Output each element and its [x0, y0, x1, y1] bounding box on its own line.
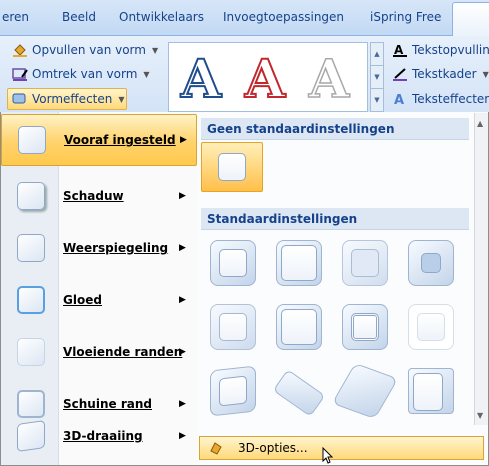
pen-outline-icon: [12, 68, 28, 81]
tab-ispring-free[interactable]: iSpring Free: [370, 10, 441, 24]
glow-thumb-icon: [17, 286, 45, 314]
3d-options-button[interactable]: 3D-opties...: [199, 436, 484, 460]
preset-thumb-icon: [18, 126, 46, 154]
preset-thumb: [219, 375, 247, 407]
text-effects-button[interactable]: A Teksteffecten: [392, 89, 489, 109]
shape-effects-button[interactable]: Vormeffecten ▼: [12, 89, 125, 109]
submenu-arrow-icon: ▶: [179, 431, 186, 441]
menu-item-label: Schaduw: [63, 189, 124, 203]
preset-thumb: [351, 313, 379, 341]
submenu-arrow-icon: ▶: [179, 191, 186, 201]
menu-item-label: Vloeiende randen: [63, 345, 183, 359]
wordart-style-blue[interactable]: A: [173, 52, 229, 108]
text-outline-icon: [393, 68, 407, 81]
preset-thumb: [421, 253, 441, 273]
shape-effects-icon: [12, 93, 26, 104]
scroll-up-icon[interactable]: ▲: [477, 119, 483, 128]
scroll-down-icon[interactable]: ▼: [477, 411, 483, 420]
dropdown-arrow-icon: ▼: [151, 45, 159, 55]
menu-item-soft-edges[interactable]: Vloeiende randen ▶: [1, 326, 197, 378]
gallery-panel-scrollbar[interactable]: ▲ ▼: [474, 113, 488, 425]
reflection-thumb-icon: [17, 234, 45, 262]
tab-invoegtoepassingen[interactable]: Invoegtoepassingen: [223, 10, 344, 24]
preset-thumb: [219, 249, 247, 277]
shape-fill-label: Opvullen van vorm: [32, 43, 146, 57]
text-outline-button[interactable]: Tekstkader ▼: [392, 64, 489, 84]
menu-item-label: Gloed: [63, 293, 102, 307]
shape-outline-button[interactable]: Omtrek van vorm ▼: [12, 64, 150, 84]
svg-text:A: A: [394, 43, 404, 57]
preset-thumb: [281, 245, 317, 281]
ribbon-tab-bar: eren Beeld Ontwikkelaars Invoegtoepassin…: [0, 0, 489, 37]
menu-item-label: Weerspiegeling: [63, 241, 169, 255]
section-header-presets: Standaardinstellingen: [201, 208, 469, 230]
preset-thumb: [281, 309, 317, 345]
tab-eren[interactable]: eren: [2, 10, 29, 24]
preset-12[interactable]: [408, 368, 454, 414]
menu-item-label: Schuine rand: [63, 397, 152, 411]
menu-item-label: 3D-draaiing: [63, 429, 143, 443]
text-fill-icon: A: [393, 43, 407, 57]
dropdown-arrow-icon: ▼: [143, 69, 150, 79]
text-fill-button[interactable]: A Tekstopvulling: [392, 40, 489, 60]
menu-item-3d-rotation[interactable]: 3D-draaiing ▶: [1, 410, 197, 462]
submenu-arrow-icon: ▶: [179, 399, 186, 409]
text-effects-icon: A: [394, 93, 404, 106]
preset-6[interactable]: [276, 304, 322, 350]
tab-ontwikkelaars[interactable]: Ontwikkelaars: [119, 10, 204, 24]
3d-options-icon: [210, 442, 222, 455]
wordart-style-red[interactable]: A: [237, 52, 293, 108]
3d-rotation-thumb-icon: [17, 420, 45, 452]
scroll-up-icon[interactable]: ▲: [371, 43, 383, 66]
text-effects-label: Teksteffecten: [412, 92, 489, 106]
tab-active[interactable]: [452, 2, 489, 37]
3d-options-label: 3D-opties...: [238, 441, 308, 455]
shape-fill-button[interactable]: Opvullen van vorm ▼: [12, 40, 158, 60]
text-fill-label: Tekstopvulling: [412, 43, 489, 57]
dropdown-arrow-icon: ▼: [482, 69, 489, 79]
paint-bucket-icon: [13, 44, 27, 57]
preset-9[interactable]: [210, 365, 256, 417]
dropdown-arrow-icon: ▼: [118, 94, 125, 104]
shape-outline-label: Omtrek van vorm: [32, 67, 138, 81]
preset-2[interactable]: [276, 240, 322, 286]
text-outline-label: Tekstkader: [412, 67, 477, 81]
soft-edges-thumb-icon: [17, 338, 45, 366]
preset-7[interactable]: [342, 304, 388, 350]
shadow-thumb-icon: [17, 182, 45, 210]
menu-item-reflection[interactable]: Weerspiegeling ▶: [1, 222, 197, 274]
mouse-cursor-icon: [322, 447, 334, 464]
preset-thumb: [219, 313, 247, 341]
menu-item-preset[interactable]: Vooraf ingesteld ▶: [1, 114, 197, 166]
submenu-arrow-icon: ▶: [180, 135, 187, 145]
scroll-down-icon[interactable]: ▼: [371, 66, 383, 89]
preset-8[interactable]: [408, 304, 454, 350]
preset-thumb: [351, 249, 379, 277]
submenu-arrow-icon: ▶: [179, 347, 186, 357]
menu-item-glow[interactable]: Gloed ▶: [1, 274, 197, 326]
preset-3[interactable]: [342, 240, 388, 286]
menu-item-shadow[interactable]: Schaduw ▶: [1, 170, 197, 222]
preset-1[interactable]: [210, 240, 256, 286]
section-header-none: Geen standaardinstellingen: [201, 118, 469, 140]
submenu-arrow-icon: ▶: [179, 295, 186, 305]
preset-4[interactable]: [408, 240, 454, 286]
gallery-scrollbar[interactable]: ▲ ▼ ▼: [370, 42, 384, 112]
preset-none-thumb: [218, 153, 246, 181]
tab-beeld[interactable]: Beeld: [62, 10, 96, 24]
preset-5[interactable]: [210, 304, 256, 350]
preset-none[interactable]: [201, 142, 263, 192]
submenu-arrow-icon: ▶: [179, 243, 186, 253]
shape-effects-label: Vormeffecten: [32, 92, 113, 106]
preset-thumb: [413, 373, 443, 411]
gallery-more-icon[interactable]: ▼: [371, 89, 383, 112]
svg-text:A: A: [394, 93, 404, 106]
wordart-style-outline[interactable]: A: [301, 52, 357, 108]
preset-thumb: [417, 313, 445, 341]
menu-item-label: Vooraf ingesteld: [64, 133, 176, 147]
wordart-gallery[interactable]: A A A: [168, 42, 368, 112]
